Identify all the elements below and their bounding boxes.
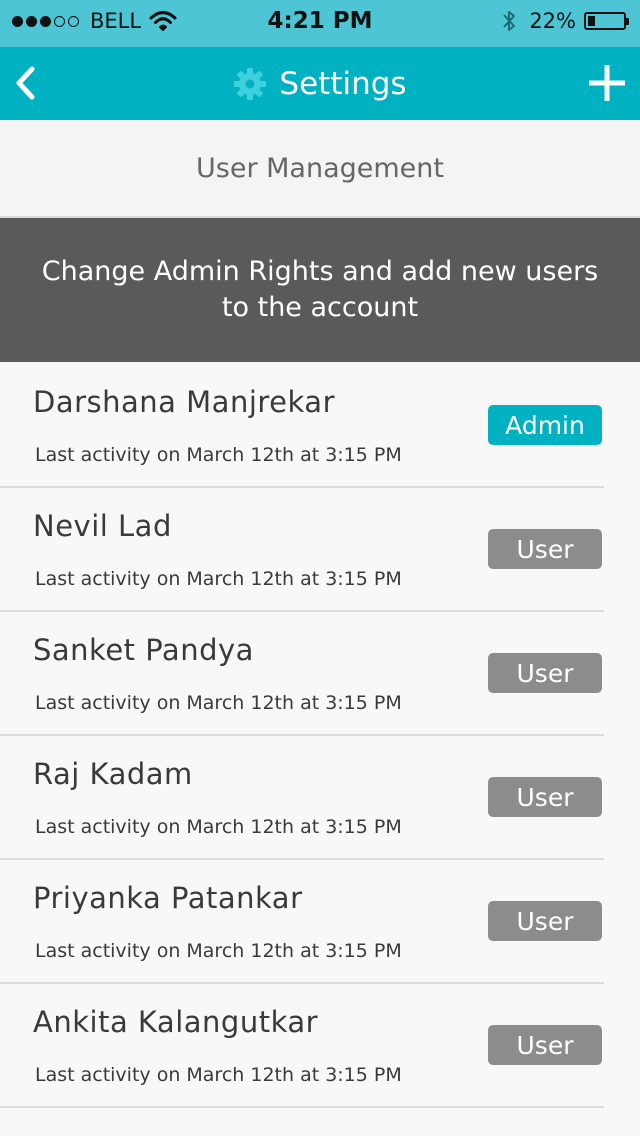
user-list: Darshana Manjrekar Last activity on March…	[0, 364, 640, 1108]
battery-fill	[588, 16, 595, 26]
last-activity: Last activity on March 12th at 3:15 PM	[35, 568, 402, 590]
admin-role-badge[interactable]: Admin	[488, 405, 602, 445]
section-title: User Management	[196, 152, 444, 184]
user-role-badge[interactable]: User	[488, 1025, 602, 1065]
battery-percent: 22%	[529, 9, 576, 33]
last-activity: Last activity on March 12th at 3:15 PM	[35, 1064, 402, 1086]
battery-icon	[584, 12, 629, 30]
user-name: Raj Kadam	[33, 757, 193, 791]
status-right: 22%	[501, 9, 629, 33]
user-role-badge[interactable]: User	[488, 777, 602, 817]
last-activity: Last activity on March 12th at 3:15 PM	[35, 940, 402, 962]
nav-title-group: Settings	[0, 47, 640, 120]
user-name: Ankita Kalangutkar	[33, 1005, 319, 1039]
user-name: Darshana Manjrekar	[33, 385, 335, 419]
user-row[interactable]: Darshana Manjrekar Last activity on March…	[0, 364, 604, 488]
bluetooth-icon	[503, 11, 516, 31]
info-banner: Change Admin Rights and add new users to…	[0, 218, 640, 362]
section-header: User Management	[0, 120, 640, 218]
user-name: Nevil Lad	[33, 509, 172, 543]
navigation-bar: Settings	[0, 47, 640, 120]
status-bar: BELL 4:21 PM 22%	[0, 0, 640, 47]
user-role-badge[interactable]: User	[488, 901, 602, 941]
user-role-badge[interactable]: User	[488, 653, 602, 693]
user-name: Sanket Pandya	[33, 633, 254, 667]
user-row[interactable]: Priyanka Patankar Last activity on March …	[0, 860, 604, 984]
user-row[interactable]: Raj Kadam Last activity on March 12th at …	[0, 736, 604, 860]
user-role-badge[interactable]: User	[488, 529, 602, 569]
last-activity: Last activity on March 12th at 3:15 PM	[35, 444, 402, 466]
user-row[interactable]: Sanket Pandya Last activity on March 12th…	[0, 612, 604, 736]
user-row[interactable]: Nevil Lad Last activity on March 12th at …	[0, 488, 604, 612]
last-activity: Last activity on March 12th at 3:15 PM	[35, 816, 402, 838]
user-name: Priyanka Patankar	[33, 881, 303, 915]
banner-text: Change Admin Rights and add new users to…	[41, 256, 599, 323]
gear-icon	[234, 67, 267, 100]
last-activity: Last activity on March 12th at 3:15 PM	[35, 692, 402, 714]
user-row[interactable]: Ankita Kalangutkar Last activity on March…	[0, 984, 604, 1108]
page-title: Settings	[279, 65, 407, 102]
add-user-button[interactable]	[588, 64, 626, 102]
plus-icon	[589, 65, 625, 101]
